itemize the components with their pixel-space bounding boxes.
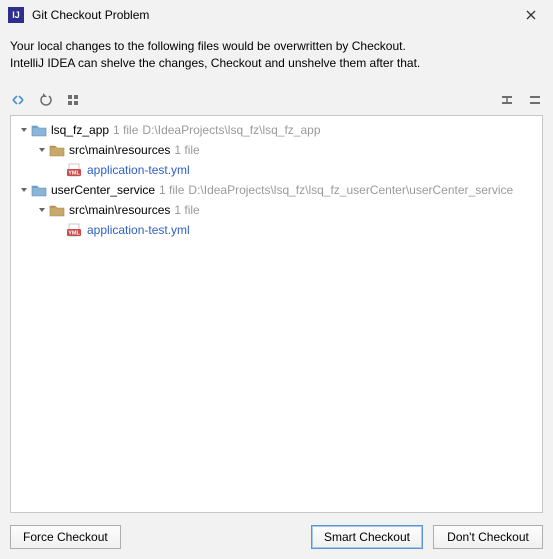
changed-files-tree[interactable]: lsq_fz_app 1 file D:\IdeaProjects\lsq_fz\l… (10, 115, 543, 513)
file-path: D:\IdeaProjects\lsq_fz\lsq_fz_userCenter… (188, 183, 513, 197)
app-icon: IJ (8, 7, 24, 23)
expand-arrow-icon[interactable] (17, 123, 31, 137)
tree-row[interactable]: src\main\resources 1 file (11, 140, 542, 160)
file-path: D:\IdeaProjects\lsq_fz\lsq_fz_app (142, 123, 320, 137)
file-count: 1 file (174, 203, 199, 217)
svg-text:YML: YML (68, 230, 80, 236)
module-icon (31, 122, 47, 138)
diff-icon[interactable] (8, 90, 28, 110)
smart-checkout-button[interactable]: Smart Checkout (311, 525, 423, 549)
yml-icon: YML (67, 162, 83, 178)
window-title: Git Checkout Problem (32, 8, 517, 22)
titlebar: IJ Git Checkout Problem (0, 0, 553, 30)
button-bar: Force Checkout Smart Checkout Don't Chec… (0, 513, 553, 559)
expand-all-icon[interactable] (497, 90, 517, 110)
tree-node-label: application-test.yml (87, 163, 190, 177)
close-icon[interactable] (517, 1, 545, 29)
tree-row[interactable]: lsq_fz_app 1 file D:\IdeaProjects\lsq_fz\l… (11, 120, 542, 140)
group-by-icon[interactable] (64, 90, 84, 110)
folder-icon (49, 202, 65, 218)
tree-node-label: lsq_fz_app (51, 123, 109, 137)
module-icon (31, 182, 47, 198)
expand-arrow-icon[interactable] (35, 203, 49, 217)
file-count: 1 file (113, 123, 138, 137)
file-count: 1 file (159, 183, 184, 197)
revert-icon[interactable] (36, 90, 56, 110)
expand-arrow-icon[interactable] (17, 183, 31, 197)
tree-node-label: src\main\resources (69, 203, 170, 217)
collapse-all-icon[interactable] (525, 90, 545, 110)
tree-node-label: userCenter_service (51, 183, 155, 197)
tree-row[interactable]: userCenter_service 1 file D:\IdeaProjects\… (11, 180, 542, 200)
yml-icon: YML (67, 222, 83, 238)
file-count: 1 file (174, 143, 199, 157)
tree-row[interactable]: YML application-test.yml (11, 160, 542, 180)
dont-checkout-button[interactable]: Don't Checkout (433, 525, 543, 549)
expand-arrow-icon[interactable] (35, 143, 49, 157)
tree-node-label: src\main\resources (69, 143, 170, 157)
message-line-2: IntelliJ IDEA can shelve the changes, Ch… (10, 55, 543, 72)
tree-node-label: application-test.yml (87, 223, 190, 237)
message-line-1: Your local changes to the following file… (10, 38, 543, 55)
tree-row[interactable]: src\main\resources 1 file (11, 200, 542, 220)
dialog-message: Your local changes to the following file… (0, 30, 553, 87)
tree-row[interactable]: YML application-test.yml (11, 220, 542, 240)
folder-icon (49, 142, 65, 158)
toolbar (0, 87, 553, 113)
svg-text:YML: YML (68, 170, 80, 176)
force-checkout-button[interactable]: Force Checkout (10, 525, 121, 549)
